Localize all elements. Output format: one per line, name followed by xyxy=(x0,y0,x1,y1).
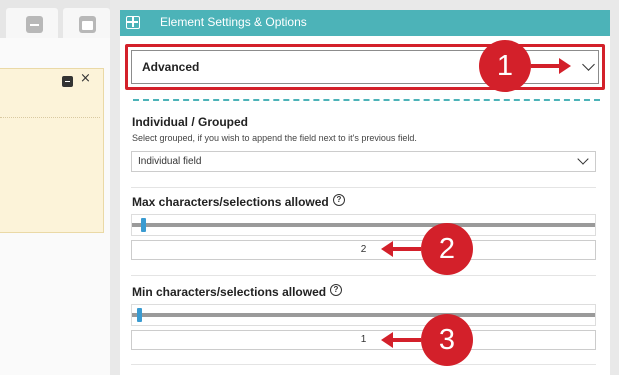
min-chars-slider[interactable] xyxy=(131,304,596,326)
slider-handle[interactable] xyxy=(141,218,146,232)
max-chars-input[interactable]: 2 xyxy=(131,240,596,260)
slider-handle[interactable] xyxy=(137,308,142,322)
callout-arrow-3 xyxy=(381,332,421,348)
left-tab-window[interactable] xyxy=(63,8,110,40)
minus-square-icon xyxy=(26,16,43,33)
individual-grouped-description: Select grouped, if you wish to append th… xyxy=(132,133,417,143)
max-chars-title: Max characters/selections allowed xyxy=(132,195,329,209)
panel-title: Element Settings & Options xyxy=(160,15,307,29)
slider-track xyxy=(132,223,595,227)
note-box: × xyxy=(0,68,104,233)
min-chars-input[interactable]: 1 xyxy=(131,330,596,350)
section-divider xyxy=(131,275,596,276)
note-close-icon[interactable]: × xyxy=(80,70,91,88)
individual-grouped-title: Individual / Grouped xyxy=(132,115,249,129)
panel-header: Element Settings & Options xyxy=(120,10,610,36)
left-pane: × xyxy=(0,0,110,375)
help-icon[interactable]: ? xyxy=(333,194,345,206)
settings-mode-value: Advanced xyxy=(142,60,200,74)
section-divider xyxy=(131,364,596,365)
slider-track xyxy=(132,313,595,317)
min-chars-title: Min characters/selections allowed xyxy=(132,285,327,299)
chevron-down-icon xyxy=(582,58,595,71)
max-chars-slider[interactable] xyxy=(131,214,596,236)
help-icon[interactable]: ? xyxy=(330,284,342,296)
callout-arrow-1 xyxy=(531,58,571,74)
callout-arrow-2 xyxy=(381,241,421,257)
note-divider xyxy=(0,117,100,118)
left-tab-minimize[interactable] xyxy=(6,8,58,40)
window-square-icon xyxy=(79,16,96,33)
callout-badge-3: 3 xyxy=(421,314,473,366)
section-divider xyxy=(131,187,596,188)
chevron-down-icon xyxy=(577,153,589,165)
individual-grouped-value: Individual field xyxy=(138,156,202,167)
callout-badge-2: 2 xyxy=(421,223,473,275)
note-minimize-icon[interactable] xyxy=(62,76,73,87)
individual-grouped-select[interactable]: Individual field xyxy=(131,151,596,172)
layout-grid-icon xyxy=(126,16,140,29)
callout-badge-1: 1 xyxy=(479,40,531,92)
dashed-divider xyxy=(133,99,600,101)
